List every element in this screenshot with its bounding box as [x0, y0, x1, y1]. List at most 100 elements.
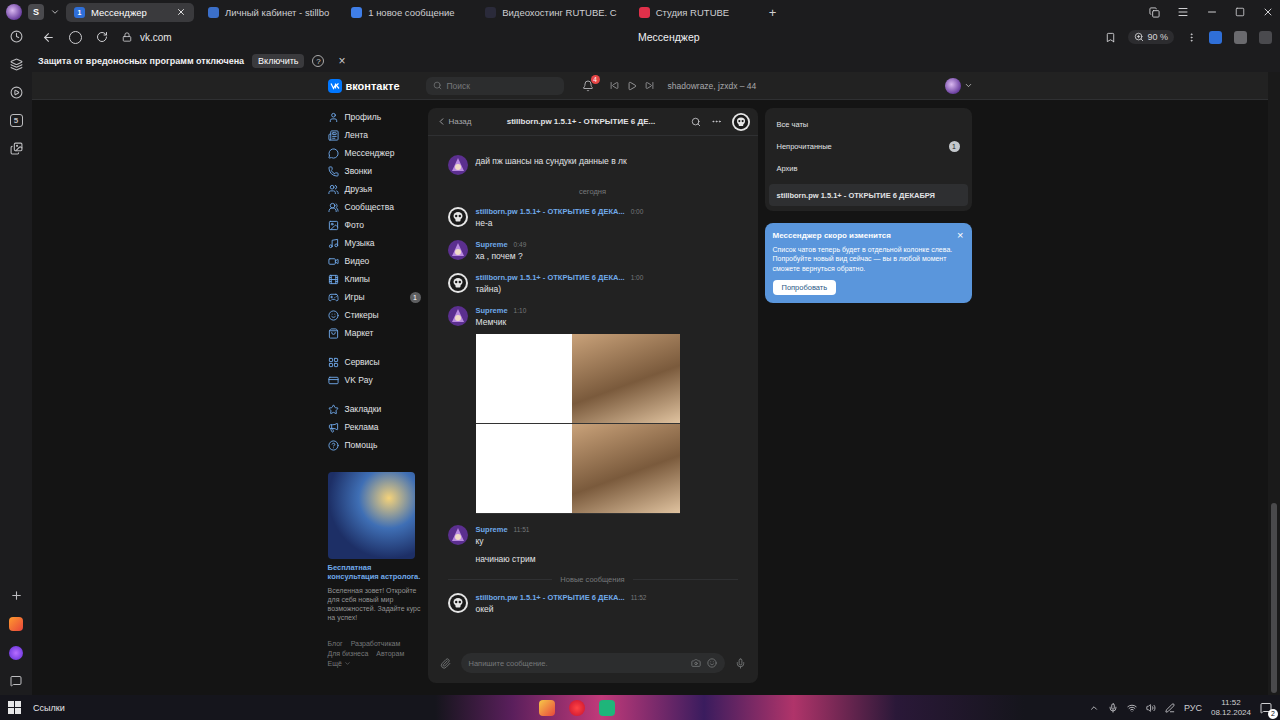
try-button[interactable]: Попробовать	[773, 280, 837, 295]
yandex-icon[interactable]	[69, 31, 82, 44]
nav-item[interactable]: VK Pay	[328, 371, 421, 389]
scrollbar[interactable]	[1268, 72, 1280, 695]
mic-icon[interactable]	[735, 658, 746, 669]
close-window-icon[interactable]	[1262, 6, 1274, 18]
search-icon[interactable]	[691, 117, 701, 127]
message-author[interactable]: Supreme	[476, 306, 508, 315]
vk-logo[interactable]: вконтакте	[328, 79, 426, 93]
next-icon[interactable]	[645, 81, 654, 90]
taskbar-app-icon[interactable]	[539, 700, 555, 716]
attach-icon[interactable]	[440, 658, 451, 669]
nav-item[interactable]: Лента	[328, 126, 421, 144]
extension-icon[interactable]	[1234, 31, 1247, 44]
footer-link[interactable]: Разработчикам	[351, 640, 401, 647]
chevron-down-icon[interactable]	[50, 7, 60, 17]
search-field[interactable]: Поиск	[426, 77, 564, 95]
taskbar-app-icon[interactable]	[599, 700, 615, 716]
community-avatar-icon[interactable]	[448, 207, 468, 227]
community-avatar-icon[interactable]	[448, 593, 468, 613]
nav-item[interactable]: Профиль	[328, 108, 421, 126]
nav-item[interactable]: Маркет	[328, 324, 421, 342]
nav-item[interactable]: Сервисы	[328, 353, 421, 371]
user-avatar-icon[interactable]	[448, 525, 468, 545]
play-icon[interactable]	[627, 81, 637, 91]
folder-item[interactable]: Все чаты	[769, 113, 968, 135]
sidebar-app[interactable]: 5	[10, 114, 23, 127]
nav-item[interactable]: Стикеры	[328, 306, 421, 324]
message-author[interactable]: Supreme	[476, 525, 508, 534]
community-avatar-icon[interactable]	[732, 113, 750, 131]
scrollbar-thumb[interactable]	[1271, 503, 1277, 693]
user-avatar-icon[interactable]	[448, 306, 468, 326]
meme-image[interactable]	[476, 334, 680, 514]
ad-title[interactable]: Бесплатная консультация астролога.	[328, 563, 421, 582]
more-icon[interactable]	[711, 116, 722, 127]
footer-link[interactable]: Для бизнеса	[328, 650, 369, 657]
tabs-icon[interactable]	[1149, 7, 1160, 18]
enable-button[interactable]: Включить	[252, 54, 304, 68]
browser-tab[interactable]: Студия RUTUBE	[631, 3, 759, 22]
nav-item[interactable]: Помощь	[328, 436, 421, 454]
message-author[interactable]: stillborn.pw 1.5.1+ - ОТКРЫТИЕ 6 ДЕКА...	[476, 273, 625, 282]
network-icon[interactable]	[1127, 703, 1137, 713]
maximize-icon[interactable]	[1235, 7, 1245, 17]
nav-item[interactable]: Видео	[328, 252, 421, 270]
nav-item[interactable]: Мессенджер	[328, 144, 421, 162]
reload-icon[interactable]	[96, 31, 108, 43]
help-button[interactable]: ?	[312, 55, 324, 67]
emoji-icon[interactable]	[707, 658, 717, 668]
now-playing[interactable]: shadowraze, jzxdx – 44	[668, 81, 757, 91]
folder-item[interactable]: Непрочитанные1	[769, 135, 968, 157]
minimize-icon[interactable]	[1206, 6, 1218, 18]
add-icon[interactable]	[10, 589, 23, 602]
windows-logo-icon[interactable]	[8, 701, 21, 714]
notifications-button[interactable]: 4	[582, 80, 594, 92]
clock[interactable]: 11:5208.12.2024	[1211, 698, 1251, 716]
links-toolbar[interactable]: Ссылки	[33, 703, 65, 713]
user-avatar-icon[interactable]	[448, 155, 468, 175]
nav-item[interactable]: Друзья	[328, 180, 421, 198]
nav-item[interactable]: Сообщества	[328, 198, 421, 216]
message-input[interactable]: Напишите сообщение.	[461, 653, 725, 673]
nav-item[interactable]: Клипы	[328, 270, 421, 288]
ad-block[interactable]: Бесплатная консультация астролога.Вселен…	[328, 472, 421, 622]
ad-image[interactable]	[328, 472, 415, 559]
tray-expand-icon[interactable]	[1089, 703, 1099, 713]
profile-button[interactable]: S	[28, 4, 44, 20]
notification-center[interactable]: 2	[1260, 702, 1272, 714]
nav-item[interactable]: Закладки	[328, 400, 421, 418]
browser-tab[interactable]: 1Мессенджер	[66, 3, 194, 22]
gallery-icon[interactable]	[10, 142, 23, 155]
account-menu-icon[interactable]	[964, 81, 973, 90]
volume-icon[interactable]	[1146, 703, 1156, 713]
video-icon[interactable]	[10, 86, 23, 99]
yandex-browser-icon[interactable]	[569, 700, 585, 716]
extension-icon[interactable]	[1209, 31, 1222, 44]
chat-icon[interactable]	[10, 675, 22, 687]
camera-icon[interactable]	[691, 658, 701, 668]
user-avatar-icon[interactable]	[448, 240, 468, 260]
previous-icon[interactable]	[610, 81, 619, 90]
history-icon[interactable]	[10, 30, 23, 43]
close-infobar-button[interactable]: ×	[338, 54, 345, 68]
browser-tab[interactable]: Личный кабинет - stillbo	[200, 3, 337, 22]
zoom-indicator[interactable]: 90 %	[1128, 30, 1174, 44]
footer-link[interactable]: Авторам	[376, 650, 404, 657]
promo-close-button[interactable]: ×	[957, 231, 963, 239]
browser-tab[interactable]: 1 новое сообщение	[343, 3, 471, 22]
more-icon[interactable]	[1186, 32, 1197, 43]
nav-item[interactable]: Реклама	[328, 418, 421, 436]
nav-item[interactable]: Звонки	[328, 162, 421, 180]
close-tab-icon[interactable]	[176, 7, 186, 17]
mic-icon[interactable]	[1108, 703, 1118, 713]
url[interactable]: vk.com	[140, 32, 172, 43]
chat-item[interactable]: stillborn.pw 1.5.1+ - ОТКРЫТИЕ 6 ДЕКАБРЯ	[769, 184, 968, 206]
bookmark-icon[interactable]	[1105, 32, 1116, 43]
footer-link[interactable]: Блог	[328, 640, 343, 647]
community-avatar-icon[interactable]	[448, 273, 468, 293]
collections-icon[interactable]	[10, 58, 23, 71]
footer-more[interactable]: Ещё	[328, 660, 351, 667]
browser-tab[interactable]: Видеохостинг RUTUBE. С	[477, 3, 625, 22]
chat-title[interactable]: stillborn.pw 1.5.1+ - ОТКРЫТИЕ 6 ДЕ...	[479, 117, 682, 126]
back-icon[interactable]	[42, 31, 55, 44]
